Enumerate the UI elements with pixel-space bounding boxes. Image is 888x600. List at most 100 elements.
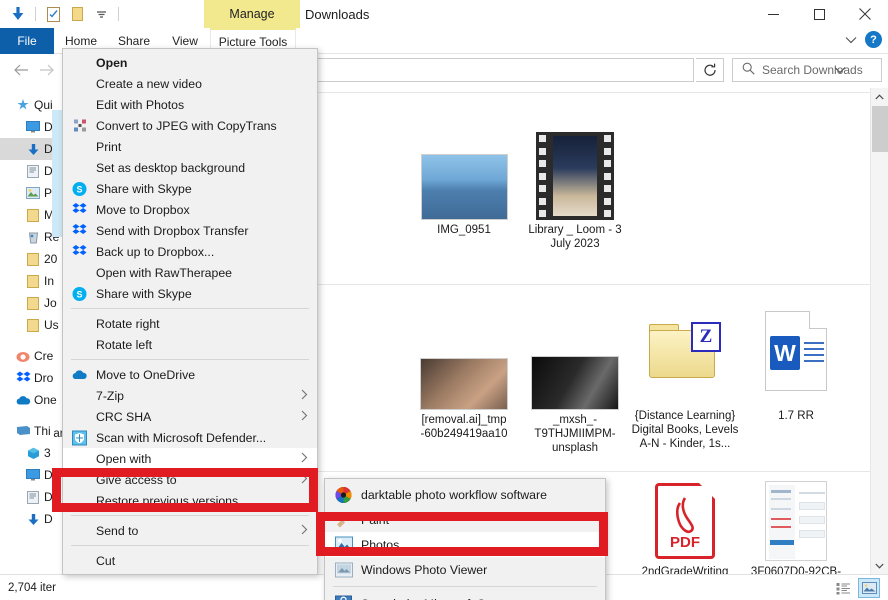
file-thumbnail [741, 480, 851, 562]
tab-file[interactable]: File [0, 28, 54, 54]
menu-item-move-to-dropbox[interactable]: Move to Dropbox [63, 199, 317, 220]
chevron-right-icon [301, 473, 308, 487]
tab-view-label: View [172, 34, 198, 48]
large-icons-view-icon[interactable] [858, 578, 880, 598]
context-menu[interactable]: Open Create a new video Edit with Photos… [62, 48, 318, 575]
menu-item-scan-with-microsoft-defender[interactable]: Scan with Microsoft Defender... [63, 427, 317, 448]
submenu-item-windows-photo-viewer[interactable]: Windows Photo Viewer [325, 557, 605, 582]
search-input[interactable]: Search Downloads [732, 58, 882, 82]
menu-item-crc-sha[interactable]: CRC SHA [63, 406, 317, 427]
menu-item-open-with[interactable]: Open with [63, 448, 317, 469]
submenu-item-photos[interactable]: Photos [325, 532, 605, 557]
svg-text:S: S [76, 289, 82, 299]
menu-item-convert-to-jpeg-with-copytrans[interactable]: Convert to JPEG with CopyTrans [63, 115, 317, 136]
sidebar-item-documents-2[interactable]: D [0, 486, 63, 508]
menu-label: Print [96, 140, 121, 154]
back-arrow-icon[interactable] [10, 60, 32, 80]
copytrans-icon [71, 117, 88, 134]
file-tile[interactable]: W 1.7 RR [741, 296, 851, 423]
new-folder-icon[interactable] [67, 4, 87, 24]
minimize-button[interactable] [750, 0, 796, 28]
menu-item-send-with-dropbox-transfer[interactable]: Send with Dropbox Transfer [63, 220, 317, 241]
vertical-scrollbar[interactable] [870, 88, 888, 574]
sidebar-item-downloads-2[interactable]: D [0, 508, 63, 530]
file-thumbnail: PDF [630, 480, 740, 562]
skype-icon: S [71, 180, 88, 197]
sidebar-label: D [44, 512, 53, 526]
file-tile[interactable]: [removal.ai]_tmp -60b249419aa10 [409, 300, 519, 441]
submenu-item-paint[interactable]: Paint [325, 507, 605, 532]
help-button[interactable]: ? [865, 31, 882, 48]
menu-item-share-with-skype-2[interactable]: S Share with Skype [63, 283, 317, 304]
file-tile[interactable]: PDF 2ndGradeWriting [630, 480, 740, 579]
menu-label: Share with Skype [96, 287, 192, 301]
menu-label: Move to OneDrive [96, 368, 195, 382]
menu-item-move-to-onedrive[interactable]: Move to OneDrive [63, 364, 317, 385]
paint-icon [334, 510, 353, 529]
submenu-label: darktable photo workflow software [361, 488, 547, 502]
forward-arrow-icon[interactable] [36, 60, 58, 80]
customize-dropdown-icon[interactable] [91, 4, 111, 24]
file-tile[interactable]: Library _ Loom - 3 July 2023 [520, 110, 630, 251]
folder-icon [22, 297, 44, 310]
menu-label: Create a new video [96, 77, 202, 91]
submenu-label: Windows Photo Viewer [361, 563, 487, 577]
menu-item-open[interactable]: Open [63, 52, 317, 73]
file-tile[interactable]: Z {Distance Learning} Digital Books, Lev… [630, 296, 740, 451]
menu-label: Back up to Dropbox... [96, 245, 214, 259]
onedrive-icon [71, 366, 88, 383]
menu-item-rotate-left[interactable]: Rotate left [63, 334, 317, 355]
folder-icon [22, 319, 44, 332]
download-arrow-icon[interactable] [8, 4, 28, 24]
menu-item-set-as-desktop-background[interactable]: Set as desktop background [63, 157, 317, 178]
file-tile[interactable]: IMG_0951 [409, 110, 519, 237]
submenu-separator [333, 586, 597, 587]
menu-label: Cut [96, 554, 115, 568]
menu-label: Send to [96, 524, 138, 538]
submenu-item-search-the-microsoft-store[interactable]: Search the Microsoft Store [325, 591, 605, 600]
menu-item-print[interactable]: Print [63, 136, 317, 157]
menu-item-open-with-rawtherapee[interactable]: Open with RawTherapee [63, 262, 317, 283]
dropbox-icon [71, 201, 88, 218]
maximize-button[interactable] [796, 0, 842, 28]
properties-icon[interactable] [43, 4, 63, 24]
menu-item-edit-with-photos[interactable]: Edit with Photos [63, 94, 317, 115]
scrollbar-thumb[interactable] [872, 106, 888, 152]
menu-item-rotate-right[interactable]: Rotate right [63, 313, 317, 334]
menu-item-give-access-to[interactable]: Give access to [63, 469, 317, 490]
menu-item-7-zip[interactable]: 7-Zip [63, 385, 317, 406]
sidebar-item-folder-in[interactable]: In [0, 270, 63, 292]
sidebar-label: Qui [34, 98, 53, 112]
video-filmstrip-icon [536, 132, 614, 220]
menu-label: CRC SHA [96, 410, 151, 424]
file-tile[interactable]: _mxsh_-T9THJMIIMPM-unsplash [520, 300, 630, 455]
menu-item-cut[interactable]: Cut [63, 550, 317, 571]
manage-contextual-tab[interactable]: Manage [204, 0, 300, 28]
scroll-up-chevron-up-icon[interactable] [871, 88, 888, 105]
dropbox-icon [12, 371, 34, 385]
menu-item-share-with-skype[interactable]: S Share with Skype [63, 178, 317, 199]
open-with-submenu[interactable]: darktable photo workflow software Paint … [324, 478, 606, 600]
close-button[interactable] [842, 0, 888, 28]
chevron-down-icon[interactable] [845, 33, 857, 47]
menu-label: Give access to [96, 473, 177, 487]
menu-item-restore-previous-versions[interactable]: Restore previous versions [63, 490, 317, 511]
menu-item-back-up-to-dropbox[interactable]: Back up to Dropbox... [63, 241, 317, 262]
submenu-item-darktable[interactable]: darktable photo workflow software [325, 482, 605, 507]
desktop-icon [22, 469, 44, 481]
menu-label: Move to Dropbox [96, 203, 190, 217]
menu-label: Convert to JPEG with CopyTrans [96, 119, 277, 133]
menu-item-create-a-new-video[interactable]: Create a new video [63, 73, 317, 94]
sidebar-label: D [44, 468, 53, 482]
details-view-icon[interactable] [832, 578, 854, 598]
scroll-down-chevron-down-icon[interactable] [871, 557, 888, 574]
refresh-icon[interactable] [696, 58, 724, 82]
chevron-right-icon [301, 410, 308, 424]
defender-shield-icon [71, 429, 88, 446]
menu-item-send-to[interactable]: Send to [63, 520, 317, 541]
sidebar-item-folder-2020[interactable]: 20 [0, 248, 63, 270]
word-document-icon: W [765, 311, 827, 391]
tab-picture-tools-label: Picture Tools [219, 35, 287, 49]
file-tile[interactable]: 3F0607D0-92CB- [741, 480, 851, 579]
sidebar-item-desktop-2[interactable]: D [0, 464, 63, 486]
